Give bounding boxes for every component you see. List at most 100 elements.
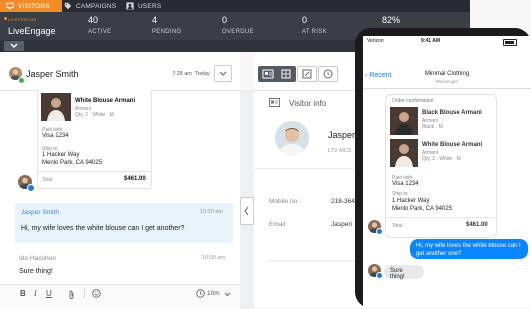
clock: 9:41 AM bbox=[421, 38, 440, 44]
brand-small: LIVEPERSON bbox=[8, 17, 37, 22]
person-icon bbox=[126, 2, 134, 10]
visitor-info-name: Jasper bbox=[328, 130, 356, 140]
product-image bbox=[390, 139, 418, 167]
outgoing-message: Hi, my wife loves the white blouse can I… bbox=[410, 239, 528, 259]
stat-value: 40 bbox=[88, 15, 99, 25]
ship-address-1: 1 Hacker Way bbox=[42, 152, 80, 158]
message-text: Sure thing! bbox=[19, 268, 53, 275]
stat-value: 82% bbox=[382, 15, 401, 25]
placeholder-line bbox=[269, 260, 355, 262]
conversation-subtitle: Messenger bbox=[435, 79, 459, 84]
conversation-title: Minimal Clothing bbox=[424, 71, 470, 77]
italic-button[interactable]: I bbox=[34, 289, 37, 298]
message-sender: Jasper Smith bbox=[21, 209, 59, 216]
stat-label: PENDING bbox=[152, 29, 182, 35]
product-name: Black Blouse Armani bbox=[422, 110, 482, 116]
product-detail: Qty. 2 · White · M bbox=[422, 156, 461, 162]
visitor-info-sub: LTV MCS bbox=[328, 148, 352, 154]
stat-label: AT RISK bbox=[302, 29, 327, 35]
message-agent: Ido Hacohen 10:00 am Sure thing! bbox=[15, 250, 233, 282]
chevron-down-icon bbox=[10, 43, 18, 48]
message-time: 10:00 am bbox=[200, 209, 223, 215]
attachment-icon[interactable] bbox=[68, 290, 75, 299]
messenger-icon bbox=[376, 272, 383, 279]
tab-users[interactable]: USERS bbox=[126, 0, 176, 12]
monitor-icon bbox=[6, 2, 14, 10]
online-status-icon bbox=[18, 77, 25, 84]
field-label: Email: bbox=[269, 221, 288, 228]
chat-day: Today bbox=[195, 71, 210, 77]
divider bbox=[84, 288, 85, 299]
id-card-icon bbox=[269, 98, 280, 107]
brand-logo: LIVEPERSON LiveEngage bbox=[0, 12, 80, 40]
product-image bbox=[41, 93, 71, 121]
stat-value: 4 bbox=[152, 15, 158, 25]
composer-toolbar: B I U 10m bbox=[0, 284, 240, 309]
visitor-info-tab[interactable] bbox=[258, 66, 278, 82]
message-text: Hi, my wife loves the white blouse can I… bbox=[21, 225, 185, 232]
tab-label: USERS bbox=[138, 2, 162, 10]
product-qty: Qty. 2 · White · M bbox=[75, 112, 114, 118]
chat-time: 7:28 am bbox=[172, 71, 192, 77]
battery-icon bbox=[503, 39, 517, 46]
tab-label: CAMPAIGNS bbox=[76, 2, 117, 10]
tab-label: VISITORS bbox=[18, 2, 50, 10]
tab-engagement[interactable] bbox=[276, 66, 296, 82]
timer-value[interactable]: 10m bbox=[207, 290, 220, 297]
order-card: White Blouse Armani Armani Qty. 2 · Whit… bbox=[37, 90, 152, 189]
bold-button[interactable]: B bbox=[20, 289, 26, 298]
visitor-info-title: Visitor info bbox=[289, 99, 327, 108]
product-name: White Blouse Armani bbox=[75, 98, 136, 104]
chevron-down-icon bbox=[219, 71, 227, 76]
product-name: White Blouse Armani bbox=[422, 142, 483, 148]
stat-value: 0 bbox=[222, 15, 228, 25]
ship-address-2: Menlo Park, CA 94025 bbox=[42, 160, 103, 166]
top-nav: VISITORS CAMPAIGNS USERS bbox=[0, 0, 470, 12]
phone-screen: Verizon 9:41 AM ‹ Recent Minimal Clothin… bbox=[363, 36, 531, 308]
ship-label: Ship to bbox=[392, 191, 408, 197]
collapse-button[interactable] bbox=[4, 41, 24, 51]
tab-campaigns[interactable]: CAMPAIGNS bbox=[64, 0, 124, 12]
grid-icon bbox=[281, 69, 291, 79]
message-visitor: Jasper Smith 10:00 am Hi, my wife loves … bbox=[15, 203, 233, 243]
clock-icon bbox=[196, 289, 205, 298]
chevron-left-icon bbox=[244, 206, 249, 216]
product-detail: Black · M bbox=[422, 124, 443, 130]
incoming-message: Sure thing! bbox=[384, 265, 424, 280]
visitor-name: Jasper Smith bbox=[26, 69, 79, 79]
paid-value: Visa 1234 bbox=[42, 133, 69, 139]
id-card-icon bbox=[262, 69, 274, 79]
brand-name: LiveEngage bbox=[8, 26, 56, 36]
visitor-photo bbox=[275, 121, 309, 155]
tab-notes[interactable] bbox=[297, 66, 317, 82]
field-value: Jasperi bbox=[331, 221, 352, 228]
carrier: Verizon bbox=[367, 38, 384, 44]
divider bbox=[38, 171, 151, 172]
total-value: $461.00 bbox=[466, 222, 488, 228]
divider bbox=[363, 88, 531, 89]
total-label: Total bbox=[42, 177, 53, 183]
divider bbox=[386, 217, 496, 218]
stat-label: OVERDUE bbox=[222, 29, 254, 35]
emoji-icon[interactable] bbox=[92, 289, 101, 298]
edit-icon bbox=[302, 69, 312, 79]
message-time: 10:00 am bbox=[202, 255, 225, 261]
order-header: Order confirmation bbox=[392, 98, 434, 104]
field-label: Mobile no.: bbox=[269, 198, 301, 205]
chevron-down-icon[interactable] bbox=[224, 292, 231, 297]
messenger-icon bbox=[27, 184, 35, 192]
chat-menu-button[interactable] bbox=[214, 65, 232, 82]
stat-label: ACTIVE bbox=[88, 29, 112, 35]
field-value: 218-364 bbox=[331, 198, 355, 205]
history-icon bbox=[323, 69, 333, 79]
underline-button[interactable]: U bbox=[46, 289, 52, 298]
tab-visitors[interactable]: VISITORS bbox=[0, 0, 62, 12]
stat-value: 0 bbox=[302, 15, 308, 25]
tab-history[interactable] bbox=[318, 66, 338, 82]
ship-address-2: Menlo Park, CA 94025 bbox=[392, 206, 453, 212]
chat-header: Jasper Smith 7:28 am Today bbox=[0, 52, 240, 91]
messenger-icon bbox=[376, 228, 383, 235]
collapse-panel-button[interactable] bbox=[240, 197, 254, 225]
total-value: $461.00 bbox=[124, 176, 146, 182]
ship-address-1: 1 Hacker Way bbox=[392, 198, 430, 204]
